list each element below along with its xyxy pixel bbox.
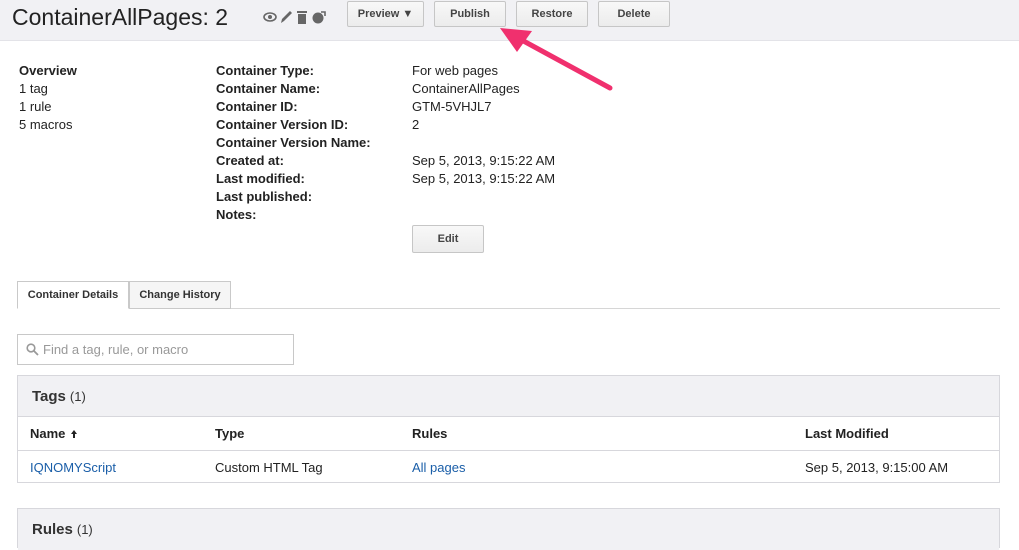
property-label: Last published:	[216, 189, 313, 204]
property-row: Container ID: GTM-5VHJL7	[216, 98, 555, 116]
tags-panel: Tags (1) Name Type Rules Last Modified I…	[17, 375, 1000, 483]
tags-table-header: Name Type Rules Last Modified	[18, 417, 999, 451]
tab-change-history[interactable]: Change History	[129, 281, 231, 309]
property-label: Container Name:	[216, 81, 321, 96]
column-header-name[interactable]: Name	[30, 417, 78, 450]
property-row: Container Type: For web pages	[216, 62, 555, 80]
property-row: Last published:	[216, 188, 555, 206]
tab-container-details[interactable]: Container Details	[17, 281, 129, 309]
property-label: Last modified:	[216, 171, 305, 186]
tags-panel-count: (1)	[69, 388, 86, 404]
page-title: ContainerAllPages: 2	[12, 4, 229, 30]
tag-rules-link[interactable]: All pages	[412, 451, 465, 484]
container-properties: Container Type: For web pages Container N…	[216, 62, 555, 224]
tag-type: Custom HTML Tag	[215, 460, 323, 475]
preview-dropdown-button[interactable]: Preview ▼	[347, 1, 424, 27]
delete-button[interactable]: Delete	[598, 1, 670, 27]
property-label: Container ID:	[216, 99, 298, 114]
overview-tag-count: 1 tag	[19, 81, 48, 96]
property-value: Sep 5, 2013, 9:15:22 AM	[412, 171, 556, 186]
sort-ascending-icon	[70, 429, 78, 439]
property-label: Container Version Name:	[216, 135, 371, 150]
rules-panel-header: Rules (1)	[18, 509, 999, 550]
tags-panel-title: Tags	[32, 387, 66, 405]
rules-panel-count: (1)	[76, 522, 93, 537]
overview-macro-count: 5 macros	[19, 117, 73, 132]
search-box[interactable]	[17, 334, 294, 365]
column-header-type: Type	[215, 426, 245, 441]
overview-heading: Overview	[19, 63, 77, 78]
column-header-rules: Rules	[412, 426, 448, 441]
publish-button[interactable]: Publish	[434, 1, 506, 27]
property-value: ContainerAllPages	[412, 81, 520, 96]
globe-publish-icon[interactable]	[311, 8, 326, 26]
property-label: Notes:	[216, 207, 257, 222]
property-label: Created at:	[216, 153, 284, 168]
overview-rule-count: 1 rule	[19, 99, 52, 114]
property-row: Last modified: Sep 5, 2013, 9:15:22 AM	[216, 170, 555, 188]
property-row: Container Version ID: 2	[216, 116, 555, 134]
title-action-icons	[263, 8, 326, 26]
overview-summary: Overview 1 tag 1 rule 5 macros	[19, 62, 77, 134]
tag-name-link[interactable]: IQNOMYScript	[30, 451, 116, 484]
eye-icon[interactable]	[263, 8, 278, 26]
tag-last-modified: Sep 5, 2013, 9:15:00 AM	[805, 460, 949, 475]
property-value: 2	[412, 117, 420, 132]
property-value: Sep 5, 2013, 9:15:22 AM	[412, 153, 556, 168]
property-row: Container Name: ContainerAllPages	[216, 80, 555, 98]
property-label: Container Type:	[216, 63, 314, 78]
restore-button[interactable]: Restore	[516, 1, 588, 27]
rules-panel-title: Rules	[32, 521, 73, 538]
property-row: Created at: Sep 5, 2013, 9:15:22 AM	[216, 152, 555, 170]
property-value: For web pages	[412, 63, 498, 78]
tags-panel-header: Tags (1)	[18, 376, 999, 417]
search-icon	[26, 343, 39, 356]
rules-panel: Rules (1)	[17, 508, 1000, 550]
page-header: ContainerAllPages: 2 Preview ▼ Publish R…	[0, 0, 1019, 41]
column-header-name-label: Name	[30, 426, 66, 441]
table-row: IQNOMYScript Custom HTML Tag All pages S…	[18, 451, 999, 484]
pencil-icon[interactable]	[279, 8, 294, 26]
edit-button[interactable]: Edit	[412, 225, 484, 253]
property-row: Container Version Name:	[216, 134, 555, 152]
trash-icon[interactable]	[295, 8, 310, 26]
search-input[interactable]	[43, 342, 283, 357]
column-header-last-modified: Last Modified	[805, 426, 889, 441]
property-row: Notes:	[216, 206, 555, 224]
property-value: GTM-5VHJL7	[412, 99, 492, 114]
property-label: Container Version ID:	[216, 117, 349, 132]
